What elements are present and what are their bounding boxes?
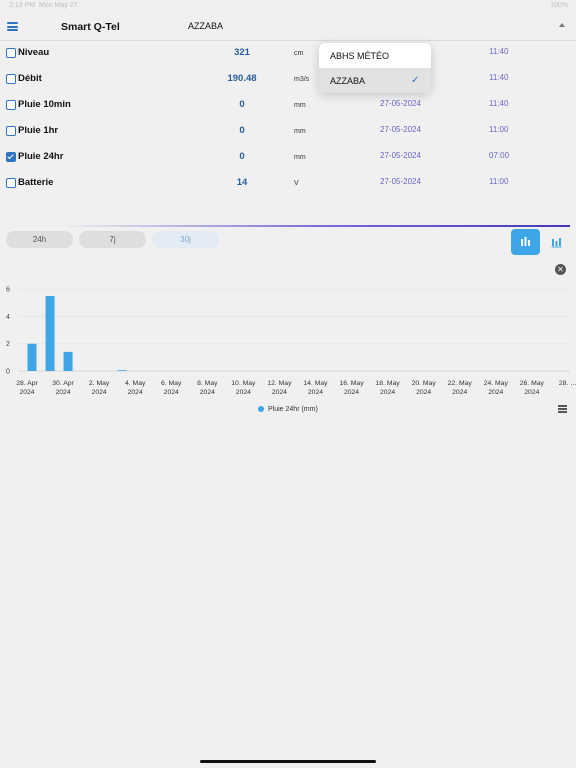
chart-menu-icon[interactable] — [558, 405, 567, 413]
home-indicator — [200, 760, 376, 763]
x-tick-year: 2024 — [308, 389, 323, 396]
x-tick-label: 26. May — [520, 380, 545, 387]
x-tick-year: 2024 — [416, 389, 431, 396]
x-tick-year: 2024 — [272, 389, 287, 396]
chart-legend[interactable]: Pluie 24hr (mm) — [258, 406, 318, 413]
x-tick-label: 16. May — [339, 380, 364, 387]
x-tick-year: 2024 — [524, 389, 539, 396]
y-tick-label: 0 — [6, 369, 10, 376]
legend-label: Pluie 24hr (mm) — [268, 406, 318, 413]
x-tick-label: 28. Apr — [16, 380, 38, 387]
x-tick-label: 18. May — [376, 380, 401, 387]
chart-bar — [45, 296, 55, 371]
x-tick-year: 2024 — [128, 389, 143, 396]
x-tick-label: 20. May — [412, 380, 437, 387]
chart-bar — [117, 370, 127, 371]
chart-bar — [27, 343, 37, 371]
x-tick-year: 2024 — [344, 389, 359, 396]
x-tick-label: 6. May — [161, 380, 182, 387]
chart-bar — [63, 351, 73, 371]
x-tick-label: 2. May — [89, 380, 110, 387]
x-tick-label: 24. May — [484, 380, 509, 387]
y-tick-label: 4 — [6, 314, 10, 321]
x-tick-year: 2024 — [92, 389, 107, 396]
rain-bar-chart: 0 2 4 6 28. Apr 2024 30. Apr 2024 2. May 2024 4. M… — [6, 287, 576, 396]
x-tick-year: 2024 — [380, 389, 395, 396]
x-tick-year: 2024 — [452, 389, 467, 396]
x-tick-label: 14. May — [303, 380, 328, 387]
x-tick-label: 22. May — [448, 380, 473, 387]
y-tick-label: 6 — [6, 287, 10, 294]
x-tick-year: 2024 — [164, 389, 179, 396]
x-tick-year: 2024 — [55, 389, 70, 396]
x-tick-label: 8. May — [197, 380, 218, 387]
x-tick-year: 2024 — [200, 389, 215, 396]
x-tick-label: 4. May — [125, 380, 146, 387]
x-tick-label: 10. May — [231, 380, 256, 387]
x-tick-label: 30. Apr — [52, 380, 74, 387]
y-tick-label: 2 — [6, 341, 10, 348]
x-tick-year: 2024 — [19, 389, 34, 396]
x-tick-year: 2024 — [488, 389, 503, 396]
legend-dot — [258, 406, 264, 412]
x-tick-label: 12. May — [267, 380, 292, 387]
x-tick-year: 2024 — [236, 389, 251, 396]
x-tick-label: 28. … — [559, 380, 576, 387]
